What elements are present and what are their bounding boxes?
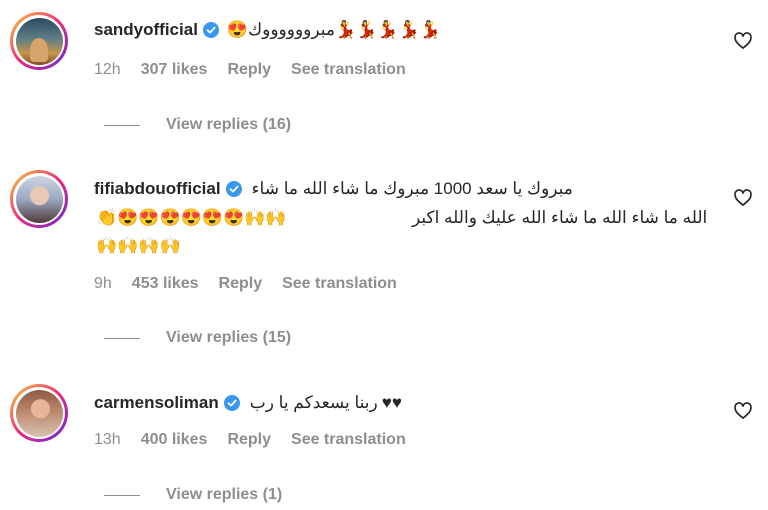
see-translation-button[interactable]: See translation [291,61,406,79]
username[interactable]: carmensoliman [94,393,219,413]
replies-divider [104,337,140,339]
comment-emoji: ♥♥ [381,393,402,412]
avatar[interactable] [10,384,68,442]
verified-badge-icon [202,22,219,38]
avatar-image [15,17,63,65]
comment-text: مبرووووووك [248,20,335,39]
heart-icon[interactable] [733,188,753,208]
replies-divider [104,124,140,126]
comment-text-line1: مبروك يا سعد 1000 مبروك ما شاء الله ما ش… [251,179,573,198]
comment-line2-emojis: 👏😍😍😍😍😍😍🙌🙌 [96,208,287,228]
view-replies-button[interactable]: View replies (1) [104,486,282,504]
view-replies-button[interactable]: View replies (15) [104,329,291,347]
view-replies-label: View replies (15) [166,329,292,346]
likes-count[interactable]: 400 likes [141,431,208,449]
username[interactable]: sandyofficial [94,20,198,40]
replies-divider [104,494,140,496]
likes-count[interactable]: 453 likes [132,275,199,293]
see-translation-button[interactable]: See translation [291,431,406,449]
verified-badge-icon [225,181,242,197]
comment-time[interactable]: 12h [94,61,121,79]
comment-line2: الله ما شاء الله ما شاء الله عليك والله … [412,208,707,228]
comment-text: ربنا يسعدكم يا رب [249,393,378,412]
reply-button[interactable]: Reply [227,61,271,79]
heart-icon[interactable] [733,31,753,51]
see-translation-button[interactable]: See translation [282,275,397,293]
comment-emoji: 💃💃💃💃💃 [334,20,441,39]
avatar-image [15,175,63,223]
likes-count[interactable]: 307 likes [141,61,208,79]
view-replies-label: View replies (16) [166,116,292,133]
avatar[interactable] [10,170,68,228]
comment-line3: 🙌🙌🙌🙌 [96,236,181,256]
comment-emoji: 🙌🙌🙌🙌 [96,236,181,255]
comment-text-line2: الله ما شاء الله ما شاء الله عليك والله … [412,208,708,227]
avatar-image [15,389,63,437]
comment-time[interactable]: 13h [94,431,121,449]
comment-emoji: 👏😍😍😍😍😍😍🙌🙌 [96,208,287,227]
comment-time[interactable]: 9h [94,275,112,293]
reply-button[interactable]: Reply [219,275,263,293]
avatar[interactable] [10,12,68,70]
view-replies-button[interactable]: View replies (16) [104,116,291,134]
heart-icon[interactable] [733,401,753,421]
comment-emoji: 😍 [226,20,249,39]
view-replies-label: View replies (1) [166,486,283,503]
verified-badge-icon [223,395,240,411]
reply-button[interactable]: Reply [227,431,271,449]
username[interactable]: fifiabdouofficial [94,179,221,199]
